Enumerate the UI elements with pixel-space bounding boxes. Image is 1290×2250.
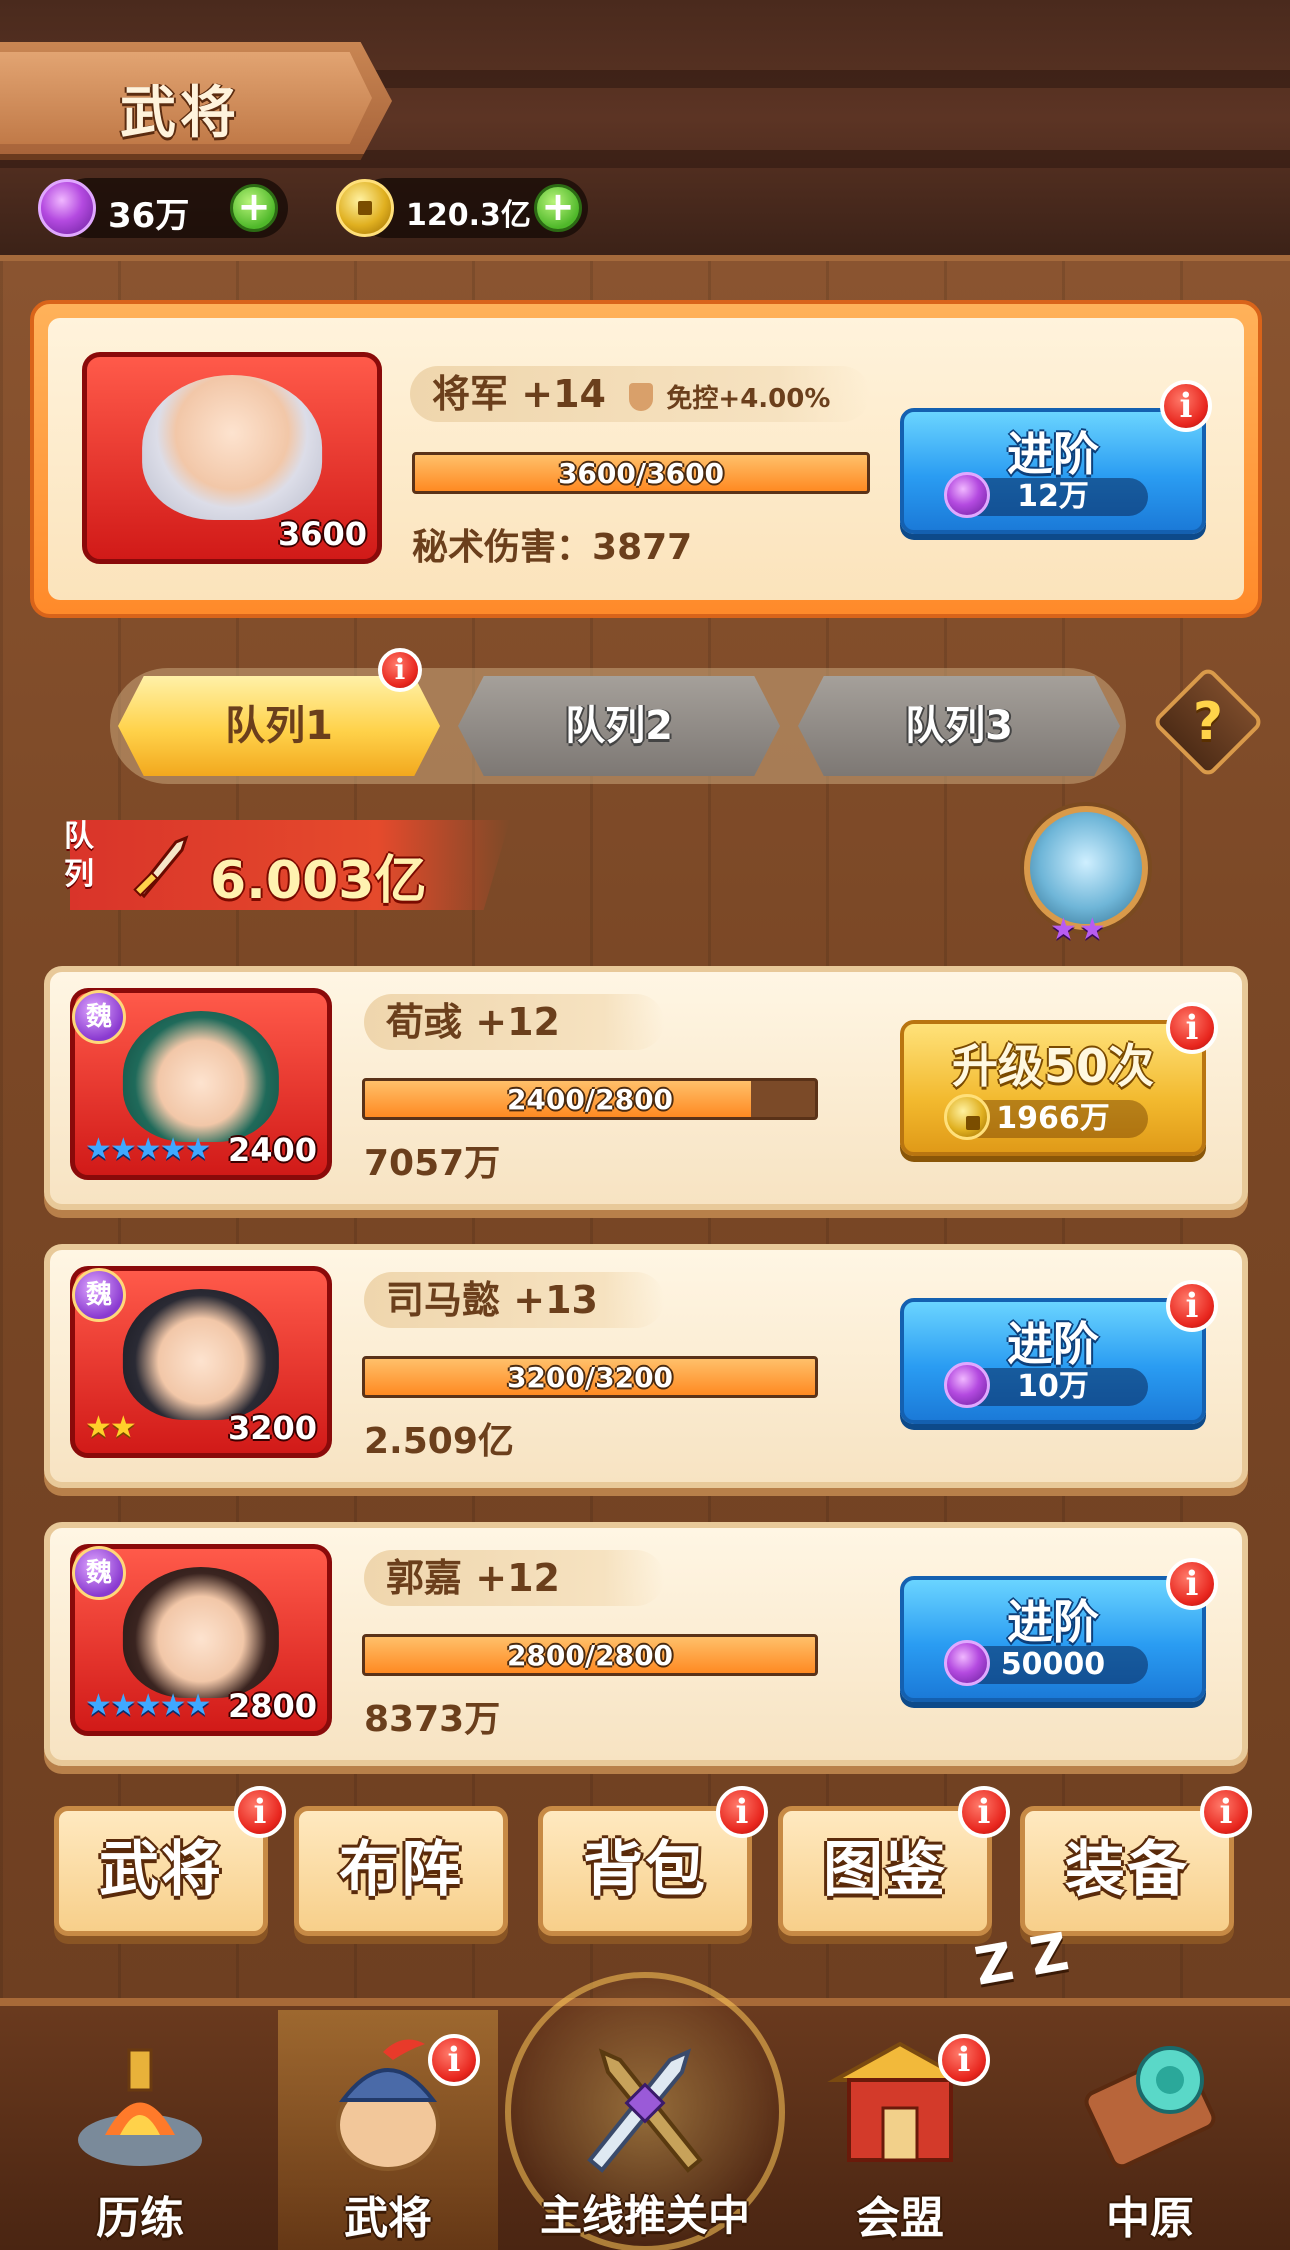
nav-central-plains[interactable]: 中原 [1040,2010,1260,2250]
tab-formation-2[interactable]: 队列2 [458,676,780,776]
currency-gems: 36万 + [38,178,288,238]
faction-wei-badge: 魏 [72,1268,126,1322]
menu-bag-alert: i [716,1786,768,1838]
nav-main-quest-label: 主线推关中 [539,2191,750,2240]
currency-coins: 120.3亿 + [336,178,588,238]
general-stat-label: 秘术伤害： [412,527,593,568]
nav-generals-alert: i [428,2034,480,2086]
general-progress-bar: 3600/3600 [412,452,870,494]
team-power-value: 6.003亿 [210,851,427,911]
general-advance-label: 进阶 [1007,427,1099,481]
gold-coin-icon [944,1094,990,1140]
faction-wei-badge: 魏 [72,1546,126,1600]
purple-gem-icon [944,472,990,518]
page-title: 武将 [120,81,240,146]
hero-progress-bar: 2800/2800 [362,1634,818,1676]
hero-progress-bar: 2400/2800 [362,1078,818,1120]
hero-advance-button[interactable]: 进阶 50000 [900,1576,1206,1702]
coin-amount: 120.3亿 [406,198,531,233]
hero-upgrade-button[interactable]: 升级50次 1966万 [900,1020,1206,1156]
tab-formation-1[interactable]: 队列1 [118,676,440,776]
general-advance-cost-value: 12万 [1017,479,1089,514]
nav-generals-label: 武将 [344,2193,432,2244]
gem-amount: 36万 [108,196,190,236]
training-icon [78,2048,202,2166]
hero-advance-cost-value: 10万 [1017,1369,1089,1404]
hero-alert-badge: i [1166,1280,1218,1332]
hero-progress-text: 3200/3200 [506,1361,674,1394]
hero-level: 3200 [227,1409,317,1447]
hero-advance-cost-value: 50000 [1000,1647,1106,1682]
menu-equipment-button[interactable]: 装备 [1020,1806,1234,1936]
purple-gem-icon [944,1362,990,1408]
nav-main-quest[interactable]: 主线推关中 [520,2010,770,2250]
add-gems-button[interactable]: + [230,184,278,232]
crossed-swords-icon [587,2048,703,2173]
hero-upgrade-cost-value: 1966万 [996,1101,1110,1136]
faction-wei-badge: 魏 [72,990,126,1044]
hero-name: 司马懿 +13 [364,1272,664,1328]
hero-name: 郭嘉 +12 [364,1550,664,1606]
hero-name: 荀彧 +12 [364,994,664,1050]
menu-generals-button[interactable]: 武将 [54,1806,268,1936]
hero-avatar [122,1567,280,1699]
hero-avatar [122,1289,280,1421]
general-name: 将军 +14 免控+4.00% [410,366,870,422]
hero-power: 7057万 [364,1143,501,1184]
hero-advance-cost: 10万 [944,1362,1148,1408]
menu-generals-alert: i [234,1786,286,1838]
hero-level: 2400 [227,1131,317,1169]
hero-power: 8373万 [364,1699,501,1740]
general-progress-text: 3600/3600 [557,457,725,490]
nav-training[interactable]: 历练 [30,2010,250,2250]
hero-stars: ★★★★★ [85,1132,211,1167]
general-portrait[interactable]: 3600 [82,352,382,564]
hero-alert-badge: i [1166,1558,1218,1610]
scroll-map-icon [1084,2046,1216,2169]
general-stat: 秘术伤害：3877 [412,518,692,570]
hero-level: 2800 [227,1687,317,1725]
hero-advance-cost: 50000 [944,1640,1148,1686]
hero-upgrade-cost: 1966万 [944,1094,1148,1140]
hero-advance-label: 进阶 [1007,1595,1099,1649]
general-buff: 免控+4.00% [666,384,831,414]
hero-stars: ★★ [85,1410,137,1445]
nav-central-plains-label: 中原 [1106,2193,1194,2244]
hero-alert-badge: i [1166,1002,1218,1054]
menu-formation-button[interactable]: 布阵 [294,1806,508,1936]
hero-progress-text: 2400/2800 [506,1083,674,1116]
general-avatar [142,375,322,521]
general-name-text: 将军 +14 [432,372,606,416]
menu-codex-alert: i [958,1786,1010,1838]
purple-gem-icon [38,179,96,237]
hero-progress-text: 2800/2800 [506,1639,674,1672]
purple-gem-icon [944,1640,990,1686]
shield-icon [629,382,654,411]
hero-avatar [122,1011,280,1143]
nav-alliance-alert: i [938,2034,990,2086]
nav-training-label: 历练 [96,2193,184,2244]
tab-formation-3[interactable]: 队列3 [798,676,1120,776]
general-level: 3600 [277,515,367,553]
hero-advance-button[interactable]: 进阶 10万 [900,1298,1206,1424]
hero-progress-bar: 3200/3200 [362,1356,818,1398]
general-advance-cost: 12万 [944,472,1148,518]
hero-advance-label: 进阶 [1007,1317,1099,1371]
nav-alliance-label: 会盟 [856,2193,944,2244]
tab-1-alert-badge: i [378,648,422,692]
general-alert-badge: i [1160,380,1212,432]
gold-coin-icon [336,179,394,237]
question-mark-icon: ? [1192,692,1224,752]
hero-power: 2.509亿 [364,1421,514,1462]
general-stat-value: 3877 [592,527,693,568]
pet-stars: ★★ [1050,912,1108,947]
menu-equipment-alert: i [1200,1786,1252,1838]
menu-codex-button[interactable]: 图鉴 [778,1806,992,1936]
sword-icon [133,835,189,899]
add-coins-button[interactable]: + [534,184,582,232]
hero-stars: ★★★★★ [85,1688,211,1723]
general-advance-button[interactable]: 进阶 12万 [900,408,1206,534]
hero-upgrade-label: 升级50次 [951,1039,1154,1093]
